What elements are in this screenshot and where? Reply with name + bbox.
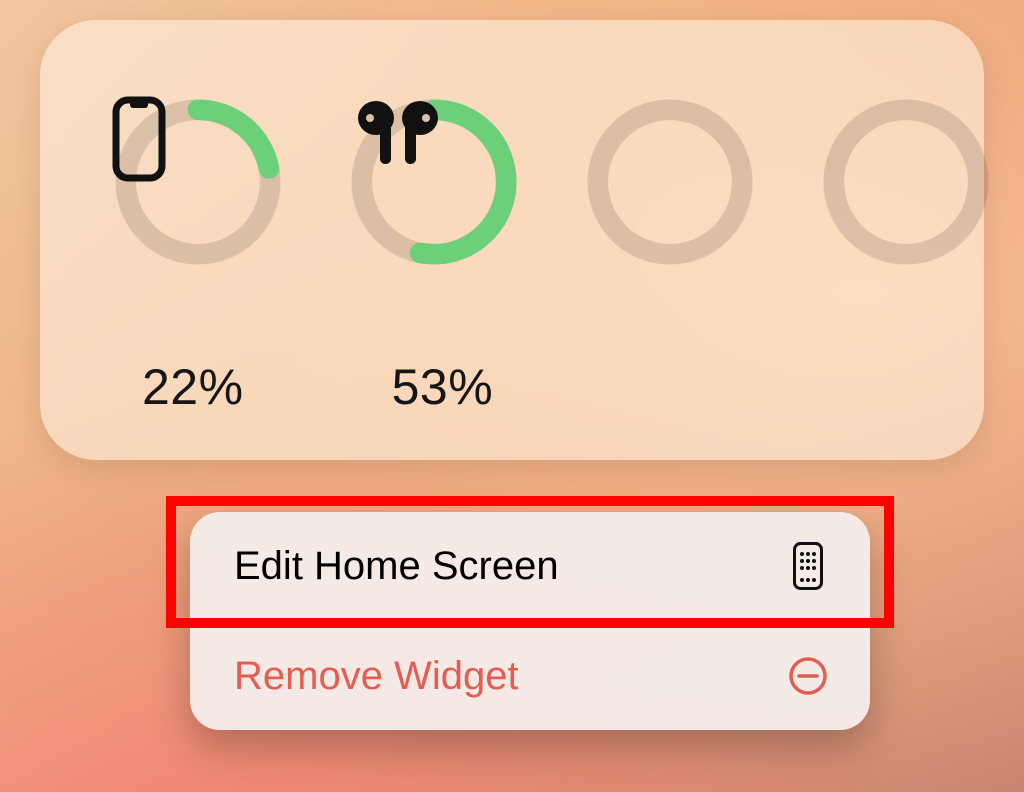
battery-ring-phone <box>112 96 284 268</box>
phone-icon <box>112 96 284 268</box>
airpods-icon <box>348 96 520 268</box>
battery-label-airpods: 53% <box>392 358 494 416</box>
battery-labels-row: 22% 53% <box>142 358 493 416</box>
remove-widget-menu-item[interactable]: Remove Widget <box>190 622 870 730</box>
battery-label-phone: 22% <box>142 358 244 416</box>
remove-circle-icon <box>786 650 830 702</box>
apps-grid-icon <box>786 540 830 592</box>
battery-ring-airpods <box>348 96 520 268</box>
battery-ring-empty <box>820 96 992 268</box>
menu-item-label: Remove Widget <box>234 654 519 698</box>
battery-ring-empty <box>584 96 756 268</box>
edit-home-screen-menu-item[interactable]: Edit Home Screen <box>190 512 870 620</box>
menu-item-label: Edit Home Screen <box>234 544 559 588</box>
widget-context-menu: Edit Home Screen Remove Widget <box>190 512 870 730</box>
batteries-widget[interactable]: 22% 53% <box>40 20 984 460</box>
battery-rings-row <box>112 96 992 268</box>
